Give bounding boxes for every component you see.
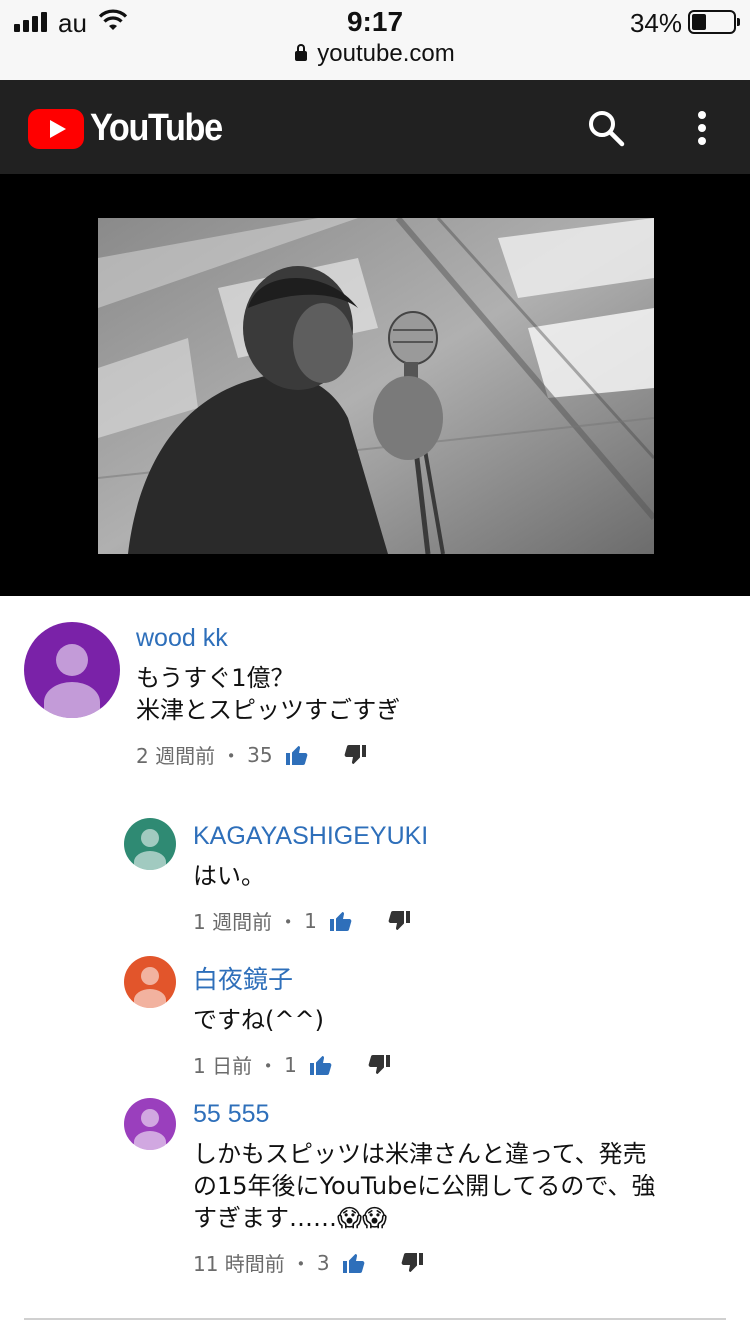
separator: ・	[258, 1054, 279, 1078]
lock-icon	[295, 44, 308, 61]
comment-item: wood kk もうすぐ1億？ 米津とスピッツすごすぎ 2 週間前 ・ 35	[0, 610, 750, 770]
avatar[interactable]	[24, 622, 120, 718]
comment-text: もうすぐ1億？ 米津とスピッツすごすぎ	[136, 664, 401, 724]
comment-meta: 1 週間前 ・ 1	[193, 906, 411, 935]
youtube-logo[interactable]: YouTube	[28, 107, 236, 150]
reply-item: KAGAYASHIGEYUKI はい。 1 週間前 ・ 1	[0, 808, 750, 938]
thumbs-up-icon[interactable]	[285, 743, 309, 767]
comment-meta: 11 時間前 ・ 3	[193, 1248, 424, 1277]
video-thumbnail	[98, 218, 654, 554]
address-bar[interactable]: youtube.com	[0, 40, 750, 68]
thumbs-down-icon[interactable]	[400, 1251, 424, 1275]
video-player[interactable]	[0, 174, 750, 596]
comment-text: はい。	[193, 862, 265, 890]
thumbs-down-icon[interactable]	[367, 1053, 391, 1077]
divider	[24, 1318, 726, 1320]
status-bar: au 9:17 34% youtube.com	[0, 0, 750, 80]
comment-text: しかもスピッツは米津さんと違って、発売 の15年後にYouTubeに公開してるの…	[193, 1140, 656, 1232]
comment-time: 11 時間前	[193, 1252, 285, 1276]
address-url: youtube.com	[317, 40, 455, 67]
comment-author[interactable]: 55 555	[193, 1100, 269, 1129]
comment-time: 1 日前	[193, 1054, 253, 1078]
like-count: 35	[247, 742, 273, 767]
thumbs-down-icon[interactable]	[387, 909, 411, 933]
thumbs-up-icon[interactable]	[309, 1053, 333, 1077]
avatar[interactable]	[124, 956, 176, 1008]
youtube-header: YouTube	[0, 80, 750, 174]
battery-icon	[688, 10, 740, 34]
comment-author[interactable]: 白夜鏡子	[193, 960, 293, 996]
avatar[interactable]	[124, 1098, 176, 1150]
separator: ・	[221, 744, 242, 768]
like-count: 1	[284, 1052, 297, 1077]
comment-meta: 1 日前 ・ 1	[193, 1050, 391, 1079]
separator: ・	[278, 910, 299, 934]
comment-meta: 2 週間前 ・ 35	[136, 740, 367, 769]
separator: ・	[290, 1252, 311, 1276]
battery-level	[692, 14, 706, 30]
comment-time: 1 週間前	[193, 910, 273, 934]
thumbs-up-icon[interactable]	[329, 909, 353, 933]
like-count: 3	[316, 1250, 330, 1275]
more-vert-icon[interactable]	[688, 108, 716, 148]
comment-author[interactable]: KAGAYASHIGEYUKI	[193, 822, 428, 851]
thumbs-down-icon[interactable]	[343, 743, 367, 767]
avatar[interactable]	[124, 818, 176, 870]
thumbs-up-icon[interactable]	[342, 1251, 366, 1275]
battery-percent: 34%	[629, 8, 682, 38]
comment-author[interactable]: wood kk	[136, 624, 228, 653]
reply-item: 55 555 しかもスピッツは米津さんと違って、発売 の15年後にYouTube…	[0, 1088, 750, 1288]
comment-time: 2 週間前	[136, 744, 216, 768]
search-icon[interactable]	[586, 108, 626, 148]
reply-item: 白夜鏡子 ですね(^^) 1 日前 ・ 1	[0, 946, 750, 1079]
logo-text: YouTube	[90, 107, 223, 149]
youtube-logo-icon	[28, 108, 84, 149]
like-count: 1	[304, 908, 317, 933]
comment-text: ですね(^^)	[193, 1006, 324, 1034]
